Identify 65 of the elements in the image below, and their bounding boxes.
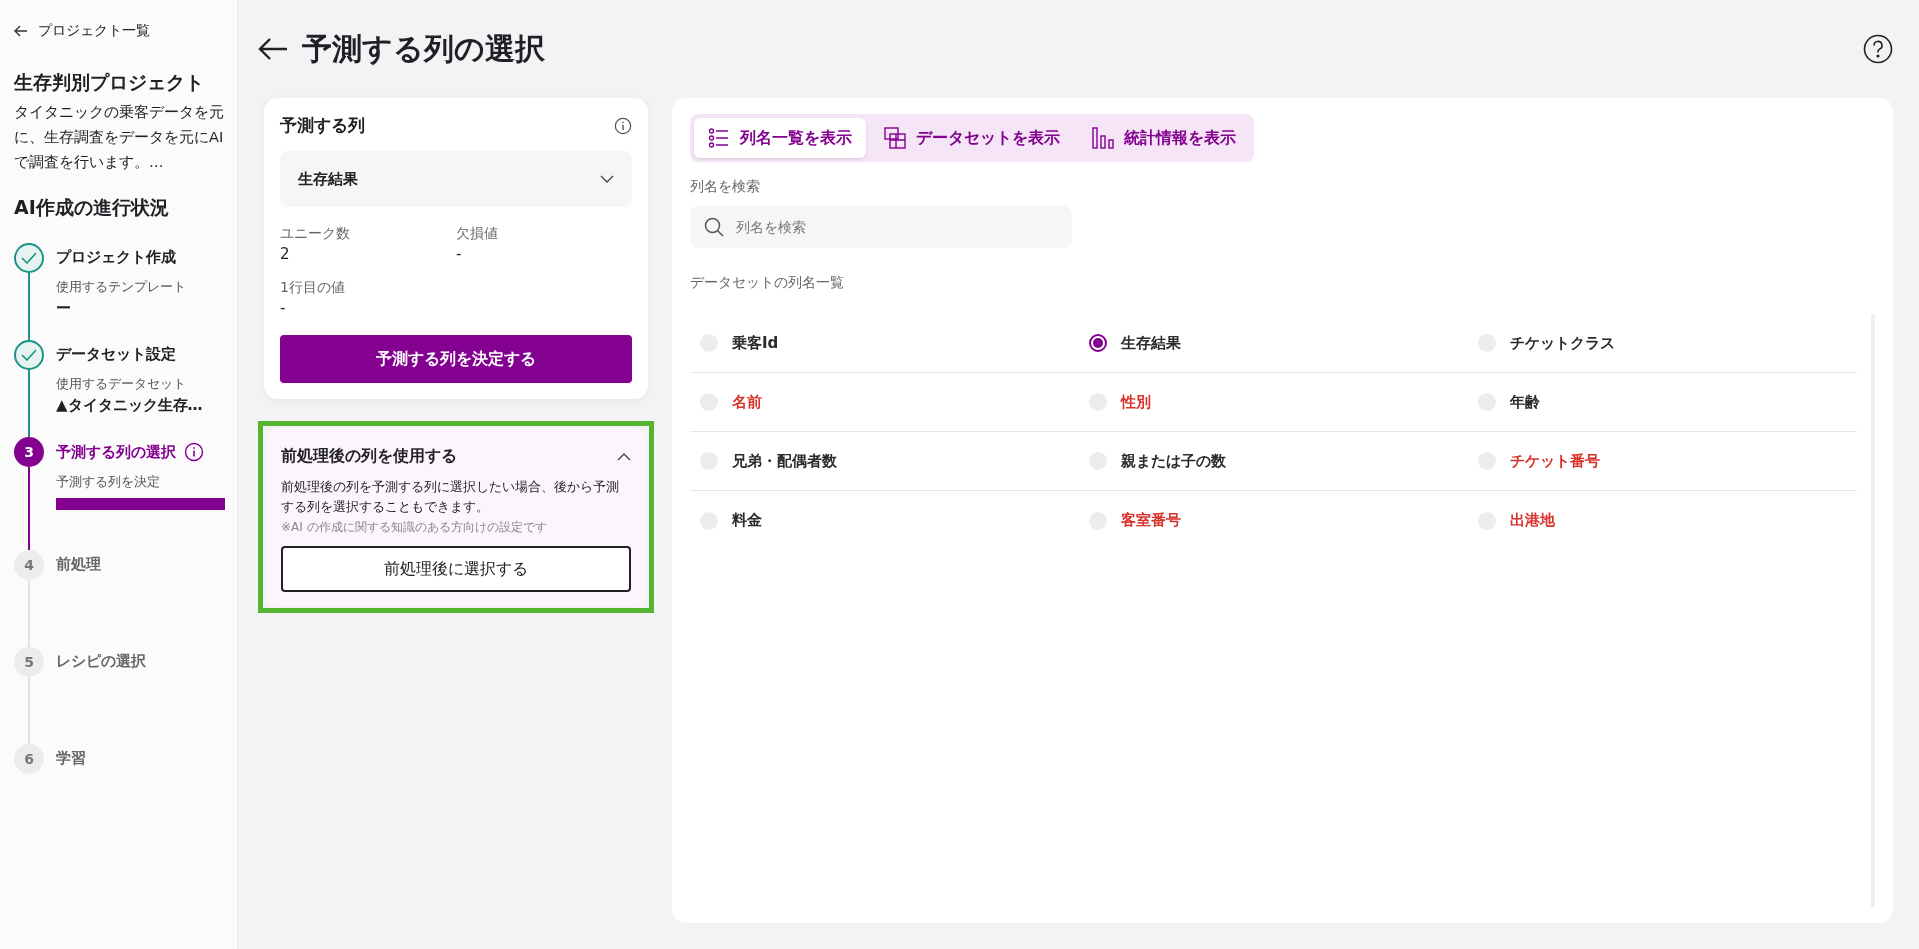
search-label: 列名を検索 [690, 178, 761, 196]
step-title: レシピの選択 [56, 652, 146, 671]
stat-label: ユニーク数 [280, 225, 351, 243]
card-description: 前処理後の列を予測する列に選択したい場合、後から予測する列を選択することもできます。 [281, 478, 620, 516]
column-option[interactable]: 料金 [690, 491, 1079, 550]
view-tab[interactable]: データセットを表示 [870, 118, 1074, 158]
column-option[interactable]: チケット番号 [1468, 432, 1857, 491]
step-caption: 使用するテンプレート [56, 278, 187, 296]
stat-value: - [456, 245, 462, 263]
check-icon [21, 349, 37, 361]
step-title: データセット設定 [56, 345, 176, 364]
step-value: ー [56, 299, 72, 318]
step-title: 前処理 [56, 555, 101, 574]
back-arrow-icon[interactable] [258, 37, 288, 61]
check-icon [21, 252, 37, 264]
column-option[interactable]: 出港地 [1468, 491, 1857, 550]
card-note: ※AI の作成に関する知識のある方向けの設定です [281, 519, 548, 536]
search-field[interactable]: 列名を検索 [690, 206, 1072, 248]
step-number: 4 [24, 557, 34, 573]
chevron-up-icon[interactable] [617, 452, 631, 461]
step-title: プロジェクト作成 [56, 248, 176, 267]
step-title: 予測する列の選択 [56, 442, 176, 462]
table-icon [884, 127, 906, 149]
progress-heading: AI作成の進行状況 [14, 195, 170, 220]
stat-value: - [280, 299, 286, 317]
confirm-button[interactable]: 予測する列を決定する [280, 335, 632, 383]
info-icon[interactable] [184, 442, 204, 462]
step-title: 学習 [56, 749, 86, 768]
column-option[interactable]: 客室番号 [1079, 491, 1468, 550]
info-icon[interactable] [614, 116, 632, 135]
page-title: 予測する列の選択 [302, 29, 546, 68]
section-heading: データセットの列名一覧 [690, 274, 845, 292]
radio-button[interactable] [1089, 334, 1107, 352]
bar-chart-icon [1092, 127, 1114, 149]
column-option[interactable]: 兄弟・配偶者数 [690, 432, 1079, 491]
chevron-down-icon [600, 175, 614, 183]
stat-label: 1行目の値 [280, 279, 346, 297]
select-later-button[interactable]: 前処理後に選択する [281, 546, 631, 592]
column-option[interactable]: 名前 [690, 373, 1079, 432]
back-arrow-icon [14, 25, 28, 37]
column-option[interactable]: 親または子の数 [1079, 432, 1468, 491]
column-option[interactable]: 性別 [1079, 373, 1468, 432]
step-number: 6 [24, 751, 34, 767]
stat-label: 欠損値 [456, 225, 499, 243]
step-number: 3 [24, 444, 34, 460]
back-link[interactable]: プロジェクト一覧 [14, 22, 150, 40]
help-icon[interactable] [1863, 34, 1893, 64]
step-caption: 予測する列を決定 [56, 473, 161, 491]
view-tab[interactable]: 列名一覧を表示 [694, 118, 866, 158]
column-option[interactable]: 乗客Id [690, 314, 1079, 373]
column-option[interactable]: 年齢 [1468, 373, 1857, 432]
search-icon [704, 217, 724, 237]
view-tab[interactable]: 統計情報を表示 [1078, 118, 1250, 158]
project-description: タイタニックの乗客データを元に、生存調査をデータを元にAIで調査を行います。… [14, 103, 225, 172]
column-option[interactable]: チケットクラス [1468, 314, 1857, 373]
card-title: 予測する列 [280, 114, 365, 137]
project-title: 生存判別プロジェクト [14, 70, 205, 95]
card-title: 前処理後の列を使用する [281, 446, 457, 467]
column-dropdown[interactable]: 生存結果 [280, 151, 632, 207]
step-number: 5 [24, 654, 34, 670]
list-icon [708, 127, 730, 149]
column-option[interactable]: 生存結果 [1079, 314, 1468, 373]
step-value: ▲タイタニック生存… [56, 396, 204, 415]
step-caption: 使用するデータセット [56, 375, 187, 393]
stat-value: 2 [280, 245, 290, 263]
